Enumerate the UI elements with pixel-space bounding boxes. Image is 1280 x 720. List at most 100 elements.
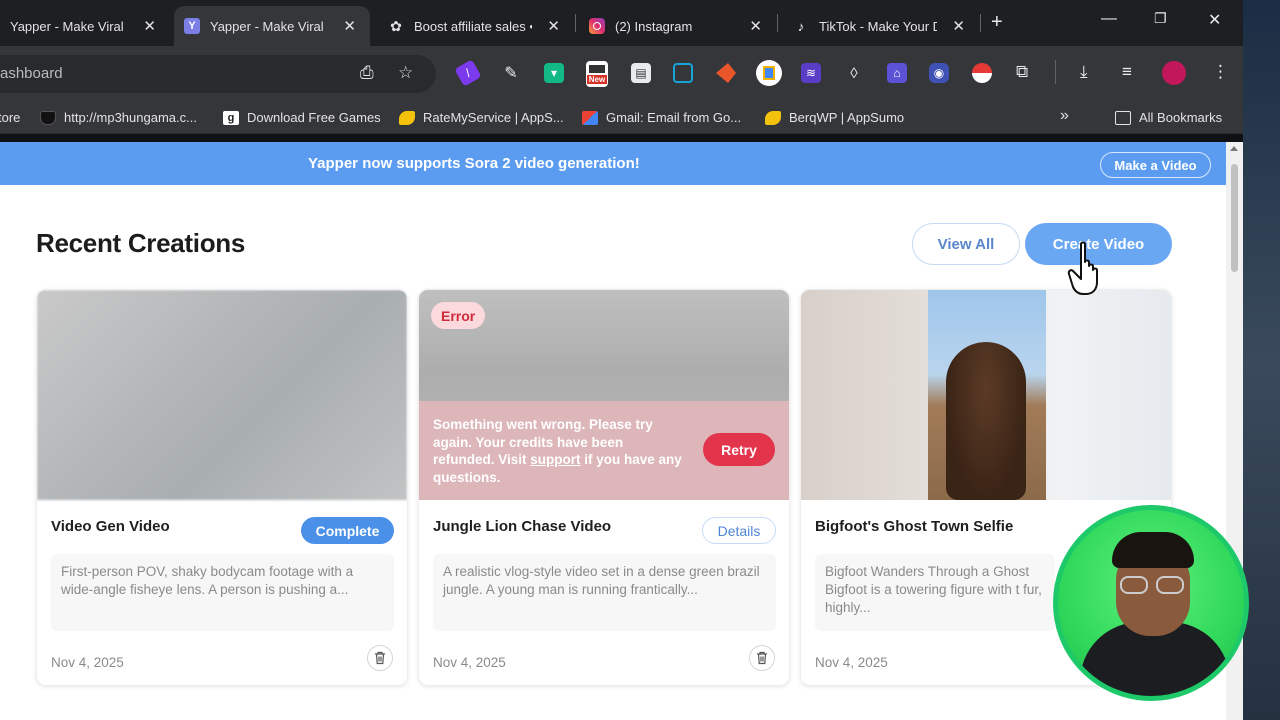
close-tab-icon[interactable]: ✕: [143, 17, 156, 35]
bookmark-star-icon[interactable]: ☆: [398, 63, 413, 83]
webcam-overlay: [1053, 505, 1249, 701]
pokeball-extension-icon[interactable]: [972, 63, 992, 83]
status-badge-complete: Complete: [301, 517, 394, 544]
bookmark-item[interactable]: g Download Free Games: [223, 110, 381, 125]
trash-icon: [757, 651, 767, 665]
close-tab-icon[interactable]: ✕: [343, 17, 356, 35]
bookmark-item[interactable]: BerqWP | AppSumo: [765, 110, 904, 125]
address-text: ashboard: [0, 65, 63, 82]
close-tab-icon[interactable]: ✕: [547, 17, 560, 35]
details-button[interactable]: Details: [702, 517, 776, 544]
extensions-puzzle-icon[interactable]: ⧉: [1016, 62, 1028, 82]
bookmark-item[interactable]: RateMyService | AppS...: [399, 110, 564, 125]
bookmarks-overflow-icon[interactable]: »: [1060, 107, 1069, 125]
new-tab-icon[interactable]: +: [991, 11, 1003, 34]
bookmarks-bar: tore http://mp3hungama.c... g Download Fr…: [0, 102, 1243, 134]
video-thumbnail[interactable]: [37, 290, 407, 500]
bookmark-label: RateMyService | AppS...: [423, 110, 564, 125]
tiktok-favicon-icon: ♪: [797, 18, 805, 34]
address-bar[interactable]: ashboard ⎙ ☆: [0, 55, 436, 93]
error-panel: Something went wrong. Please try again. …: [419, 401, 789, 500]
games-favicon-icon: g: [223, 110, 239, 125]
card-description: Bigfoot Wanders Through a Ghost Bigfoot …: [815, 554, 1055, 631]
notes-extension-icon[interactable]: ▤: [631, 63, 651, 83]
card-description: A realistic vlog-style video set in a de…: [433, 554, 776, 631]
minimize-icon[interactable]: —: [1101, 10, 1117, 28]
banner-text: Yapper now supports Sora 2 video generat…: [308, 155, 640, 172]
tab-yapper-1[interactable]: Yapper - Make Viral ✕: [0, 6, 170, 46]
download-icon[interactable]: ⤓: [1080, 62, 1088, 82]
profile-avatar[interactable]: [1162, 61, 1186, 85]
tab-strip: Yapper - Make Viral ✕ Y Yapper - Make Vi…: [0, 0, 1243, 46]
media-control-icon[interactable]: ≡: [1122, 62, 1132, 82]
all-bookmarks-label: All Bookmarks: [1139, 110, 1223, 125]
card-date: Nov 4, 2025: [433, 655, 506, 670]
shield-extension-icon[interactable]: ⌂: [887, 63, 907, 83]
restore-icon[interactable]: ❐: [1154, 10, 1167, 27]
folder-icon: [1115, 110, 1131, 125]
instagram-favicon-icon: [589, 18, 605, 34]
menu-kebab-icon[interactable]: ⋮: [1212, 62, 1229, 82]
stack-extension-icon[interactable]: ≋: [801, 63, 821, 83]
card-date: Nov 4, 2025: [815, 655, 888, 670]
bookmark-label: tore: [0, 110, 21, 125]
tab-title: Yapper - Make Viral: [10, 18, 124, 34]
creation-card[interactable]: Video Gen Video Complete First-person PO…: [36, 289, 408, 686]
new-badge: New: [586, 74, 608, 84]
bigfoot-video-frame: [928, 290, 1046, 500]
vpn-extension-icon[interactable]: ▾: [544, 63, 564, 83]
appsumo-favicon-icon: [765, 110, 781, 125]
presenter-hair: [1112, 532, 1194, 568]
tab-tiktok[interactable]: ♪ TikTok - Make Your D ✕: [783, 6, 979, 46]
install-app-icon[interactable]: ⎙: [360, 63, 374, 83]
retry-button[interactable]: Retry: [703, 433, 775, 466]
overflow-label: »: [1060, 107, 1069, 124]
announcement-banner: Yapper now supports Sora 2 video generat…: [0, 142, 1226, 185]
close-tab-icon[interactable]: ✕: [749, 17, 762, 35]
bot-extension-icon[interactable]: ◉: [929, 63, 949, 83]
bookmark-item[interactable]: http://mp3hungama.c...: [40, 110, 197, 125]
new-extension-icon[interactable]: New: [586, 61, 608, 87]
card-date: Nov 4, 2025: [51, 655, 124, 670]
tab-title: (2) Instagram: [615, 18, 693, 34]
browser-toolbar: ashboard ⎙ ☆: [0, 46, 1243, 102]
all-bookmarks-button[interactable]: All Bookmarks: [1115, 110, 1222, 125]
card-description: First-person POV, shaky bodycam footage …: [51, 554, 394, 631]
tab-chatgpt[interactable]: ✿ Boost affiliate sales • ✕: [378, 6, 574, 46]
video-thumbnail[interactable]: [801, 290, 1171, 500]
bookmark-item[interactable]: tore: [0, 110, 20, 125]
bigfoot-figure: [946, 342, 1026, 500]
glasses-icon: [1120, 576, 1186, 594]
shield-favicon-icon: [40, 110, 56, 125]
tab-yapper-active[interactable]: Y Yapper - Make Viral ✕: [174, 6, 370, 46]
card-title: Video Gen Video: [51, 518, 170, 535]
scroll-up-icon[interactable]: [1230, 146, 1238, 151]
tab-title: TikTok - Make Your D: [819, 18, 937, 34]
support-link[interactable]: support: [530, 452, 580, 467]
error-badge: Error: [431, 302, 486, 329]
bookmark-label: http://mp3hungama.c...: [64, 110, 197, 125]
make-a-video-button[interactable]: Make a Video: [1100, 152, 1211, 178]
screenshot-extension-icon[interactable]: [673, 63, 693, 83]
card-title: Bigfoot's Ghost Town Selfie: [815, 518, 1014, 535]
bookmark-label: Gmail: Email from Go...: [606, 110, 742, 125]
scrollbar-thumb[interactable]: [1231, 164, 1238, 272]
card-title: Jungle Lion Chase Video: [433, 518, 612, 535]
tab-title: Yapper - Make Viral: [210, 18, 324, 34]
view-all-button[interactable]: View All: [912, 223, 1020, 265]
grammar-extension-icon[interactable]: [756, 60, 782, 86]
bookmark-item[interactable]: Gmail: Email from Go...: [582, 110, 741, 125]
drop-extension-icon[interactable]: ◊: [844, 63, 864, 83]
tab-instagram[interactable]: (2) Instagram ✕: [580, 6, 776, 46]
creation-card[interactable]: Error Something went wrong. Please try a…: [418, 289, 790, 686]
delete-button[interactable]: [367, 645, 393, 671]
eyedropper-extension-icon[interactable]: ✎: [501, 63, 521, 83]
window-close-icon[interactable]: ✕: [1208, 10, 1221, 30]
bookmark-label: BerqWP | AppSumo: [789, 110, 905, 125]
delete-button[interactable]: [749, 645, 775, 671]
tab-divider: [980, 14, 981, 32]
trash-icon: [375, 651, 385, 665]
close-tab-icon[interactable]: ✕: [952, 17, 965, 35]
tab-divider: [777, 14, 778, 32]
yapper-favicon-icon: Y: [184, 18, 200, 34]
